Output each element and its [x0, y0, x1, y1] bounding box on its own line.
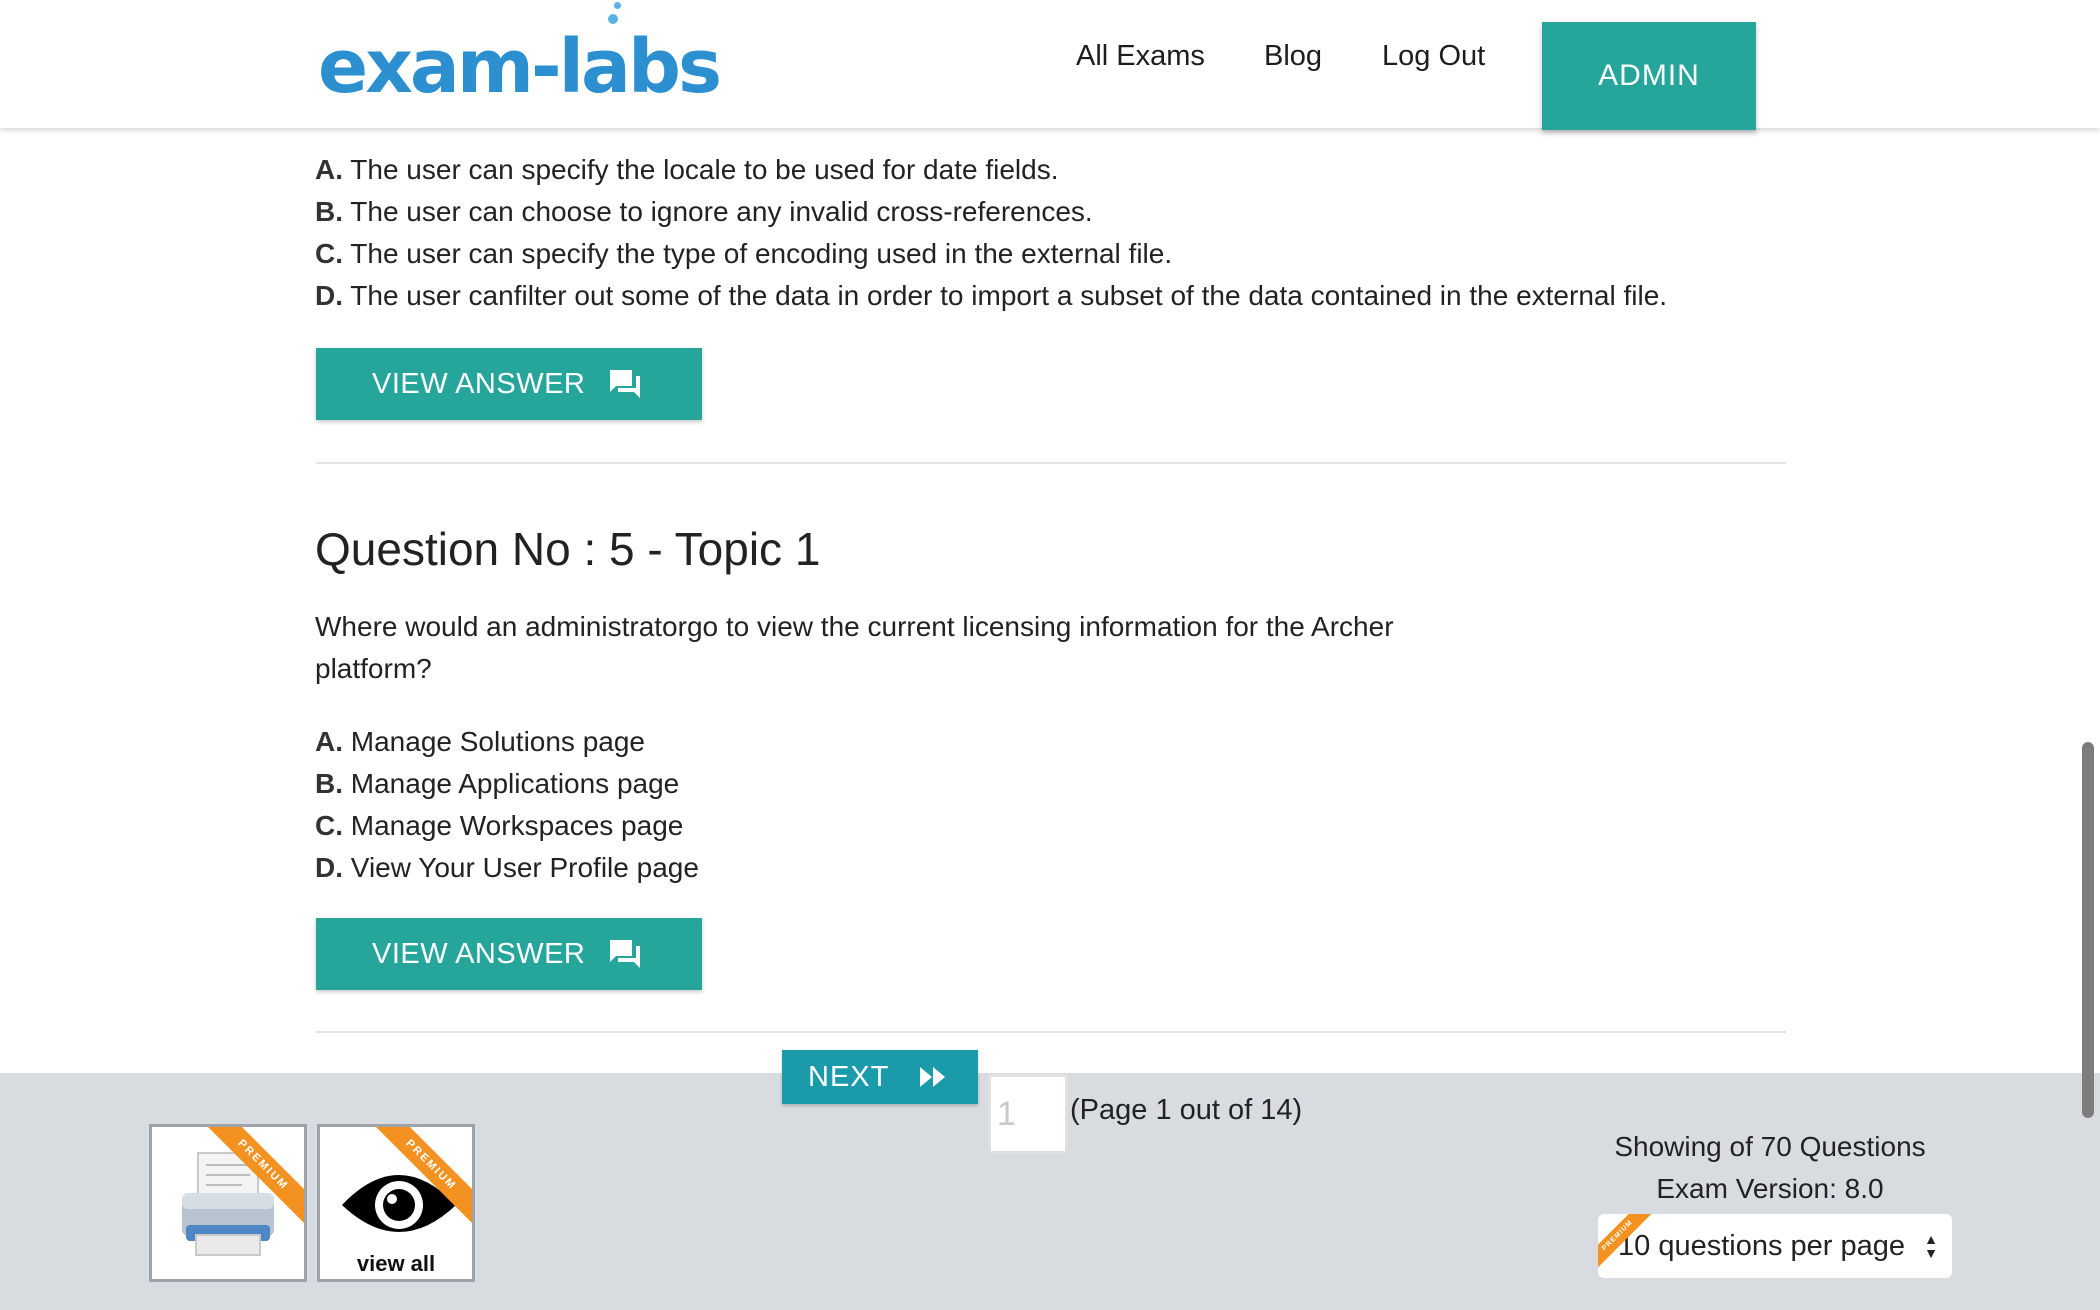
page-info: (Page 1 out of 14) — [1070, 1094, 1303, 1126]
question-title: Question No : 5 - Topic 1 — [315, 523, 821, 575]
option-text: The user canfilter out some of the data … — [350, 280, 1668, 311]
option-d: D. View Your User Profile page — [315, 847, 1785, 889]
view-answer-button-q4[interactable]: VIEW ANSWER — [316, 348, 702, 420]
divider — [316, 1031, 1786, 1033]
nav-blog[interactable]: Blog — [1264, 40, 1322, 73]
view-all-tile[interactable]: view all PREMIUM — [317, 1124, 475, 1282]
option-text: Manage Applications page — [350, 768, 680, 799]
option-letter: D. — [315, 852, 343, 883]
next-label: NEXT — [808, 1060, 890, 1093]
option-letter: B. — [315, 768, 343, 799]
admin-button[interactable]: ADMIN — [1542, 22, 1756, 130]
scrollbar-thumb[interactable] — [2082, 742, 2094, 1118]
option-b: B. Manage Applications page — [315, 763, 1785, 805]
logo-text: exam-labs — [318, 24, 722, 110]
question-5-options: A. Manage Solutions page B. Manage Appli… — [315, 721, 1785, 889]
option-a: A. Manage Solutions page — [315, 721, 1785, 763]
view-all-label: view all — [356, 1251, 436, 1276]
option-d: D. The user canfilter out some of the da… — [315, 275, 1785, 317]
option-b: B. The user can choose to ignore any inv… — [315, 191, 1785, 233]
option-letter: C. — [315, 810, 343, 841]
next-button[interactable]: NEXT — [782, 1050, 978, 1104]
option-text: View Your User Profile page — [350, 852, 699, 883]
option-c: C. Manage Workspaces page — [315, 805, 1785, 847]
option-letter: D. — [315, 280, 343, 311]
option-letter: C. — [315, 238, 343, 269]
exam-version: Exam Version: 8.0 — [1656, 1173, 1884, 1204]
option-text: Manage Workspaces page — [350, 810, 684, 841]
page-number-input[interactable]: 1 — [988, 1074, 1068, 1154]
select-arrows-icon: ▲ ▼ — [1924, 1231, 1938, 1261]
option-letter: B. — [315, 196, 343, 227]
printer-icon — [182, 1152, 274, 1256]
nav-all-exams[interactable]: All Exams — [1076, 40, 1205, 73]
option-c: C. The user can specify the type of enco… — [315, 233, 1785, 275]
option-text: Manage Solutions page — [350, 726, 645, 757]
option-letter: A. — [315, 154, 343, 185]
option-text: The user can specify the type of encodin… — [350, 238, 1173, 269]
divider — [316, 462, 1786, 464]
chat-icon — [610, 370, 640, 398]
questions-per-page-select[interactable]: PREMIUM 10 questions per page ▲ ▼ — [1598, 1214, 1952, 1278]
view-answer-label: VIEW ANSWER — [372, 937, 586, 970]
view-answer-button-q5[interactable]: VIEW ANSWER — [316, 918, 702, 990]
print-tile[interactable]: PREMIUM — [149, 1124, 307, 1282]
option-text: The user can choose to ignore any invali… — [350, 196, 1093, 227]
option-text: The user can specify the locale to be us… — [350, 154, 1059, 185]
question-text: Where would an administratorgo to view t… — [315, 611, 1394, 684]
logo-bubble-icon — [614, 2, 621, 9]
per-page-value: 10 questions per page — [1618, 1230, 1905, 1262]
view-answer-label: VIEW ANSWER — [372, 367, 586, 400]
question-4-options: A. The user can specify the locale to be… — [315, 149, 1785, 317]
nav-log-out[interactable]: Log Out — [1382, 40, 1485, 73]
fast-forward-icon — [920, 1067, 945, 1087]
question-count: Showing of 70 Questions — [1614, 1131, 1926, 1162]
option-letter: A. — [315, 726, 343, 757]
logo-bubble-icon — [608, 14, 618, 24]
option-a: A. The user can specify the locale to be… — [315, 149, 1785, 191]
chat-icon — [610, 940, 640, 968]
exam-labs-logo[interactable]: exam-labs — [318, 2, 722, 112]
site-header: exam-labs All Exams Blog Log Out — [0, 0, 2100, 128]
